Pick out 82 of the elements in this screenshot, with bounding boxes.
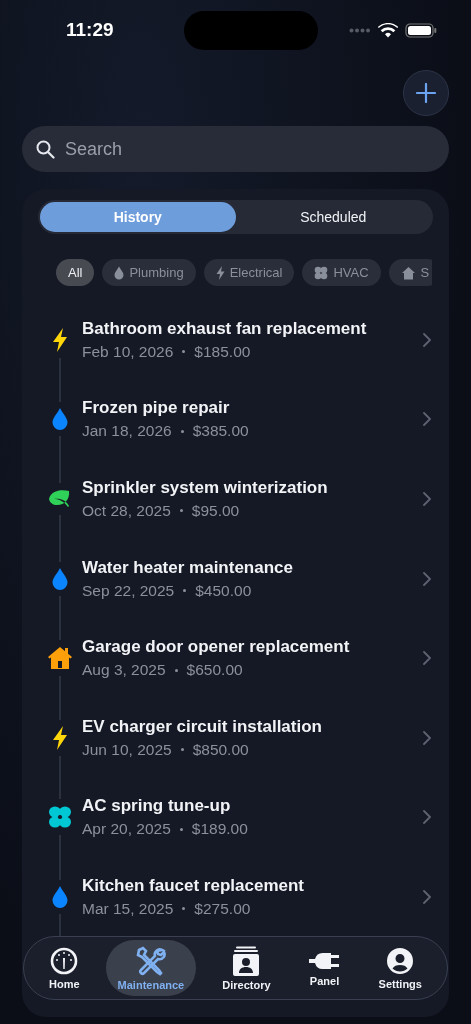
record-cost: $385.00: [192, 422, 249, 441]
filter-chip[interactable]: All: [56, 259, 95, 286]
record-cost: $95.00: [191, 502, 240, 520]
record-date: Jan 18, 2026: [82, 422, 172, 441]
fan-icon: [48, 805, 72, 830]
separator-dot: [180, 748, 184, 752]
plus-icon: [416, 83, 436, 103]
record-date: Sep 22, 2025: [82, 581, 175, 600]
record-title: Sprinkler system winterization: [82, 478, 329, 498]
chevron-icon: [423, 651, 431, 666]
maintenance-record[interactable]: Water heater maintenance Sep 22, 2025 $450.00: [38, 538, 433, 619]
record-title: Bathroom exhaust fan replacement: [82, 318, 368, 339]
record-date: Apr 20, 2025: [82, 820, 171, 839]
record-title: AC spring tune-up: [82, 796, 232, 817]
record-date: Mar 15, 2025: [82, 899, 174, 918]
search-field[interactable]: Search: [22, 126, 449, 172]
record-cost: $275.00: [194, 899, 251, 918]
contact-card-icon: [232, 945, 261, 976]
tools-icon: [135, 945, 166, 976]
record-title: Garage door opener replacement: [82, 637, 351, 658]
record-date: Feb 10, 2026: [82, 342, 174, 361]
record-cost: $850.00: [192, 740, 249, 759]
lightning-bolt-icon: [52, 725, 68, 750]
record-date: Oct 28, 2025: [82, 502, 171, 520]
water-drop-icon: [114, 265, 125, 280]
water-drop-icon: [52, 885, 68, 908]
chevron-icon: [423, 571, 431, 586]
filter-chip[interactable]: Plumbing: [102, 259, 196, 286]
tab-bar-item[interactable]: Maintenance: [105, 940, 197, 996]
tab-bar-item[interactable]: Directory: [210, 940, 283, 996]
add-button[interactable]: [403, 70, 449, 116]
separator-dot: [179, 509, 183, 513]
separator-dot: [179, 827, 183, 831]
house-icon: [47, 646, 73, 671]
maintenance-record[interactable]: Kitchen faucet replacement Mar 15, 2025 $275.00: [38, 857, 433, 937]
water-drop-icon: [52, 567, 68, 590]
person-icon: [386, 946, 415, 975]
lightning-bolt-icon: [52, 328, 68, 352]
chevron-icon: [423, 332, 431, 347]
tab-bar-item[interactable]: Home: [37, 940, 92, 996]
leaf-icon: [48, 489, 72, 509]
chevron-icon: [423, 492, 431, 506]
record-date: Aug 3, 2025: [82, 661, 166, 680]
record-cost: $189.00: [191, 820, 248, 839]
chevron-icon: [423, 412, 431, 427]
separator-dot: [180, 429, 184, 433]
record-cost: $650.00: [186, 661, 243, 680]
record-cost: $450.00: [195, 581, 252, 600]
house-icon: [400, 265, 416, 280]
record-title: Frozen pipe repair: [82, 398, 231, 419]
maintenance-record[interactable]: AC spring tune-up Apr 20, 2025 $189.00: [38, 777, 433, 858]
maintenance-record[interactable]: Bathroom exhaust fan replacement Feb 10, 2026 $185.00: [38, 300, 433, 380]
record-title: Water heater maintenance: [82, 557, 294, 578]
record-title: EV charger circuit installation: [82, 716, 323, 737]
chevron-icon: [423, 889, 431, 904]
maintenance-record[interactable]: Garage door opener replacement Aug 3, 2025 $650.00: [38, 618, 433, 698]
water-drop-icon: [52, 408, 68, 431]
status-time: 11:29: [66, 19, 114, 41]
maintenance-record[interactable]: Sprinkler system winterization Oct 28, 2025 $95.00: [38, 459, 433, 539]
separator-dot: [182, 350, 186, 354]
battery-icon: [405, 22, 437, 38]
maintenance-record[interactable]: EV charger circuit installation Jun 10, 2025 $850.00: [38, 697, 433, 778]
chevron-icon: [423, 810, 431, 825]
tab-bar-item[interactable]: Settings: [366, 940, 434, 996]
separator-dot: [182, 907, 186, 911]
record-date: Jun 10, 2025: [82, 740, 172, 759]
maintenance-record[interactable]: Frozen pipe repair Jan 18, 2026 $385.00: [38, 379, 433, 460]
tab-bar-item[interactable]: Panel: [296, 940, 353, 996]
signal-icon: [349, 27, 371, 33]
wifi-icon: [378, 22, 398, 38]
separator-dot: [174, 668, 178, 672]
record-title: Kitchen faucet replacement: [82, 875, 305, 896]
chevron-icon: [423, 730, 431, 745]
separator-dot: [183, 589, 187, 593]
gauge-icon: [50, 946, 79, 975]
record-cost: $185.00: [194, 342, 251, 361]
filter-chip[interactable]: S: [388, 259, 432, 286]
segment-tab[interactable]: Scheduled: [235, 202, 431, 232]
filter-chip[interactable]: Electrical: [203, 259, 295, 286]
lightning-bolt-icon: [215, 265, 225, 280]
fan-icon: [314, 265, 329, 280]
filter-chip[interactable]: HVAC: [302, 259, 381, 286]
